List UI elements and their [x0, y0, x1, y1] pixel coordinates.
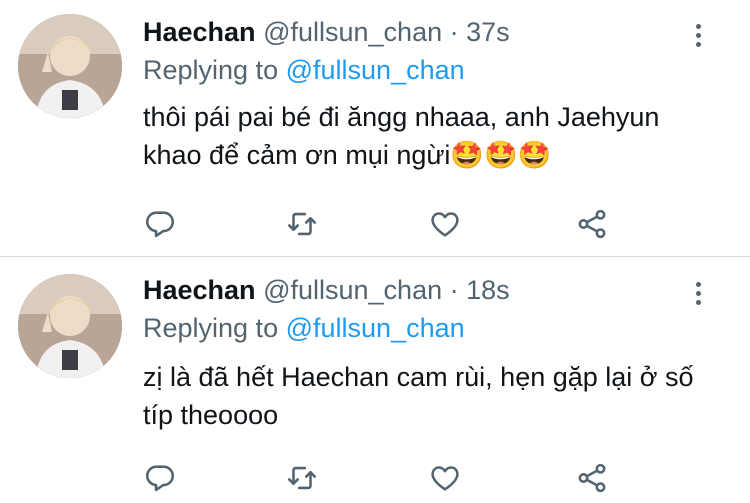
share-icon [578, 209, 606, 239]
like-button[interactable] [425, 204, 465, 244]
avatar[interactable] [18, 274, 122, 378]
tweet-actions [140, 458, 620, 498]
timestamp[interactable]: 18s [466, 275, 510, 305]
user-handle[interactable]: @fullsun_chan [263, 275, 442, 305]
more-icon[interactable] [694, 282, 704, 306]
tweet[interactable]: Haechan @fullsun_chan · 37s Replying to … [0, 0, 750, 252]
replying-to-label: Replying to [143, 55, 279, 85]
mention-link[interactable]: @fullsun_chan [286, 313, 465, 343]
retweet-button[interactable] [282, 204, 322, 244]
more-icon[interactable] [694, 24, 704, 48]
mention-link[interactable]: @fullsun_chan [286, 55, 465, 85]
retweet-button[interactable] [282, 458, 322, 498]
avatar-image [18, 274, 122, 378]
user-handle[interactable]: @fullsun_chan [263, 17, 442, 47]
divider [0, 256, 750, 257]
reply-icon [145, 465, 175, 492]
display-name[interactable]: Haechan [143, 275, 256, 305]
share-button[interactable] [572, 204, 612, 244]
replying-to-label: Replying to [143, 313, 279, 343]
tweet-text: thôi pái pai bé đi ăngg nhaaa, anh Jaehy… [143, 102, 660, 170]
separator-dot: · [449, 275, 459, 305]
timestamp[interactable]: 37s [466, 17, 510, 47]
replying-to: Replying to @fullsun_chan [143, 310, 465, 346]
like-button[interactable] [425, 458, 465, 498]
tweet-actions [140, 204, 620, 244]
reply-icon [145, 211, 175, 238]
replying-to: Replying to @fullsun_chan [143, 52, 465, 88]
separator-dot: · [449, 17, 459, 47]
display-name[interactable]: Haechan [143, 17, 256, 47]
retweet-icon [287, 466, 317, 490]
tweet-text: zị là đã hết Haechan cam rùi, hẹn gặp lạ… [143, 362, 694, 430]
retweet-icon [287, 212, 317, 236]
avatar[interactable] [18, 14, 122, 118]
reply-button[interactable] [140, 204, 180, 244]
share-button[interactable] [572, 458, 612, 498]
share-icon [578, 463, 606, 493]
tweet[interactable]: Haechan @fullsun_chan · 18s Replying to … [0, 258, 750, 503]
tweet-feed: Haechan @fullsun_chan · 37s Replying to … [0, 0, 750, 503]
reply-button[interactable] [140, 458, 180, 498]
tweet-header: Haechan @fullsun_chan · 18s [143, 272, 510, 308]
tweet-header: Haechan @fullsun_chan · 37s [143, 14, 510, 50]
avatar-image [18, 14, 122, 118]
like-icon [431, 212, 459, 237]
like-icon [431, 466, 459, 491]
